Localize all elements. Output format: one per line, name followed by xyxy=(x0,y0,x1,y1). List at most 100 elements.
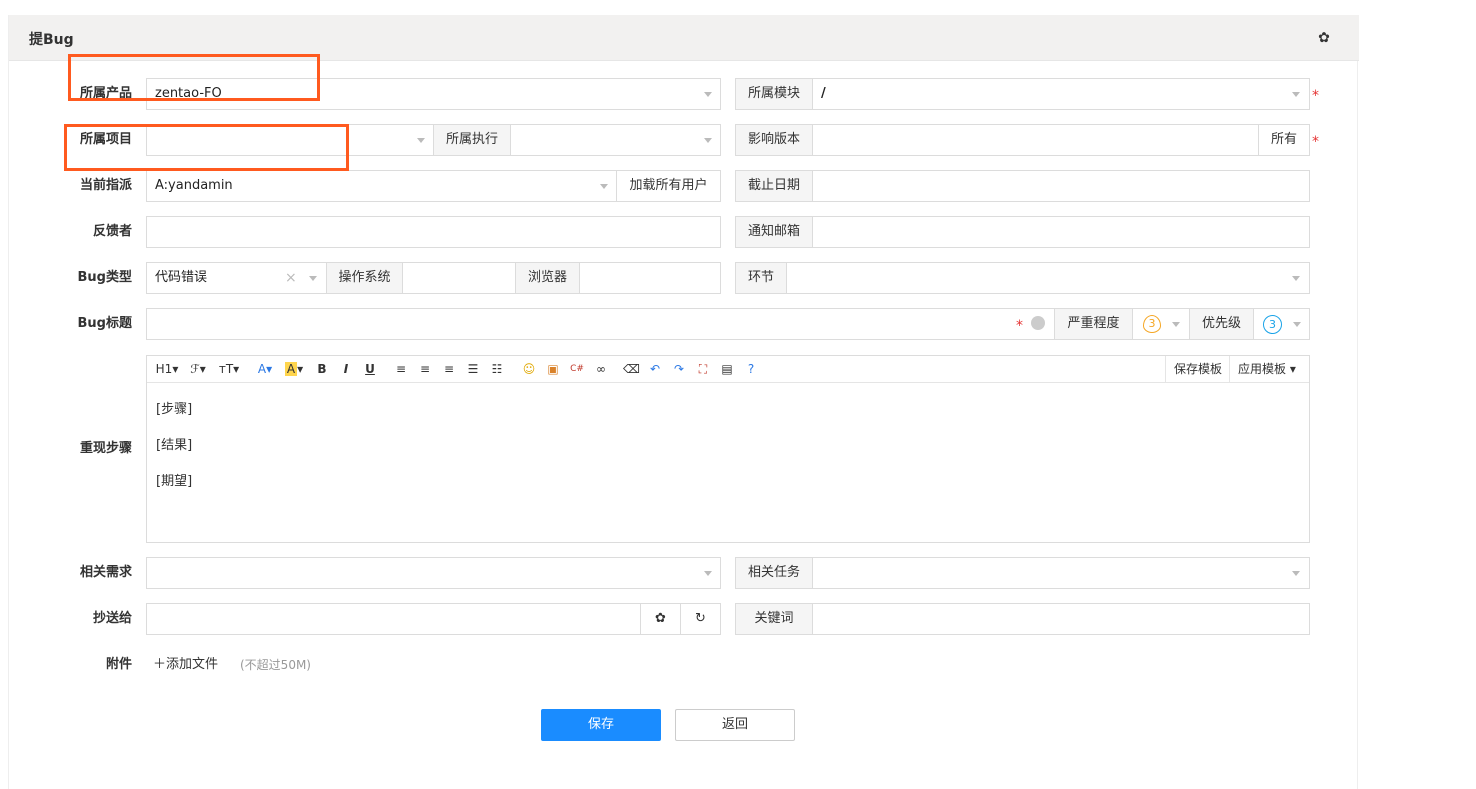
font-family-icon[interactable]: ℱ▾ xyxy=(187,360,209,378)
keywords-label: 关键词 xyxy=(735,603,813,635)
required-mark: * xyxy=(1312,88,1319,104)
source-icon[interactable]: ▤ xyxy=(719,360,735,378)
attachments-label: 附件 xyxy=(105,657,132,672)
highlight-icon[interactable]: A ▾ xyxy=(283,360,305,378)
bug-type-label: Bug类型 xyxy=(77,270,132,285)
priority-select[interactable]: 3 xyxy=(1253,308,1310,340)
notify-email-input[interactable] xyxy=(812,216,1310,248)
back-button[interactable]: 返回 xyxy=(675,709,795,741)
mailto-label: 抄送给 xyxy=(92,611,132,626)
gear-icon[interactable]: ✿ xyxy=(640,603,681,635)
redo-icon[interactable]: ↷ xyxy=(671,360,687,378)
assigned-label: 当前指派 xyxy=(79,178,132,193)
align-center-icon[interactable]: ≡ xyxy=(417,360,433,378)
expect-line: [期望] xyxy=(156,474,193,489)
bullet-list-icon[interactable]: ☷ xyxy=(489,360,505,378)
chevron-down-icon xyxy=(1292,92,1300,97)
editor-content[interactable]: [步骤] [结果] [期望] xyxy=(156,392,192,500)
chevron-down-icon xyxy=(1293,322,1301,327)
stage-label: 环节 xyxy=(735,262,787,294)
stage-select[interactable] xyxy=(786,262,1310,294)
refresh-icon[interactable]: ↻ xyxy=(680,603,721,635)
os-label: 操作系统 xyxy=(326,262,403,294)
chevron-down-icon xyxy=(1292,276,1300,281)
severity-flame-icon: 3 xyxy=(1143,315,1161,333)
chevron-down-icon xyxy=(309,276,317,281)
severity-label: 严重程度 xyxy=(1054,308,1133,340)
heading-icon[interactable]: H1▾ xyxy=(155,360,179,378)
bug-type-select[interactable]: 代码错误 xyxy=(146,262,327,294)
task-label: 相关任务 xyxy=(735,557,813,589)
ordered-list-icon[interactable]: ☰ xyxy=(465,360,481,378)
bold-icon[interactable]: B xyxy=(315,360,329,378)
editor-toolbar: H1▾ ℱ▾ ᴛT▾ A▾ A ▾ B I U ≡ ≡ ≡ ☰ ☷ ☺ ▣ C# … xyxy=(147,356,1309,383)
bug-title-input[interactable] xyxy=(146,308,1055,340)
undo-icon[interactable]: ↶ xyxy=(647,360,663,378)
task-select[interactable] xyxy=(812,557,1310,589)
plus-icon: ＋ xyxy=(153,657,167,672)
notify-label: 通知邮箱 xyxy=(735,216,813,248)
browser-label: 浏览器 xyxy=(515,262,580,294)
chevron-down-icon xyxy=(704,138,712,143)
all-builds-button[interactable]: 所有 xyxy=(1258,124,1310,156)
eraser-icon[interactable]: ⌫ xyxy=(623,360,640,378)
italic-icon[interactable]: I xyxy=(339,360,353,378)
code-icon[interactable]: C# xyxy=(569,360,585,378)
priority-badge: 3 xyxy=(1263,315,1282,334)
build-select[interactable] xyxy=(812,124,1259,156)
clear-icon[interactable]: × xyxy=(285,263,297,293)
required-mark: * xyxy=(1312,134,1319,150)
save-button[interactable]: 保存 xyxy=(541,709,661,741)
steps-label: 重现步骤 xyxy=(79,441,132,456)
module-label: 所属模块 xyxy=(735,78,813,110)
underline-icon[interactable]: U xyxy=(363,360,377,378)
link-icon[interactable]: ∞ xyxy=(593,360,609,378)
add-file-label: 添加文件 xyxy=(166,657,219,672)
image-icon[interactable]: ▣ xyxy=(545,360,561,378)
priority-label: 优先级 xyxy=(1189,308,1254,340)
os-select[interactable] xyxy=(402,262,516,294)
keywords-input[interactable] xyxy=(812,603,1310,635)
chevron-down-icon xyxy=(600,184,608,189)
save-template-button[interactable]: 保存模板 xyxy=(1165,356,1230,382)
gear-icon[interactable]: ✿ xyxy=(1315,29,1333,47)
font-size-icon[interactable]: ᴛT▾ xyxy=(217,360,241,378)
load-all-users-button[interactable]: 加载所有用户 xyxy=(616,170,721,202)
help-icon[interactable]: ? xyxy=(743,360,759,378)
fullscreen-icon[interactable]: ⛶ xyxy=(695,360,711,378)
feedback-label: 反馈者 xyxy=(92,224,132,239)
severity-select[interactable]: 3 xyxy=(1132,308,1190,340)
emoji-icon[interactable]: ☺ xyxy=(521,360,537,378)
add-file-button[interactable]: ＋添加文件 xyxy=(153,656,218,674)
page-title: 提Bug xyxy=(29,32,74,48)
execution-label: 所属执行 xyxy=(433,124,511,156)
file-size-limit: (不超过50M) xyxy=(240,658,311,672)
steps-editor[interactable]: H1▾ ℱ▾ ᴛT▾ A▾ A ▾ B I U ≡ ≡ ≡ ☰ ☷ ☺ ▣ C# … xyxy=(146,355,1310,543)
title-label: Bug标题 xyxy=(77,316,132,331)
chevron-down-icon xyxy=(1292,571,1300,576)
module-select[interactable]: / xyxy=(812,78,1310,110)
steps-line: [步骤] xyxy=(156,402,193,417)
highlight-box-product xyxy=(68,54,320,101)
browser-select[interactable] xyxy=(579,262,721,294)
chevron-down-icon xyxy=(417,138,425,143)
feedback-input[interactable] xyxy=(146,216,721,248)
result-line: [结果] xyxy=(156,438,193,453)
align-left-icon[interactable]: ≡ xyxy=(393,360,409,378)
highlight-box-project xyxy=(64,124,349,171)
chevron-down-icon xyxy=(704,571,712,576)
build-label: 影响版本 xyxy=(735,124,813,156)
deadline-label: 截止日期 xyxy=(735,170,813,202)
story-select[interactable] xyxy=(146,557,721,589)
palette-icon[interactable] xyxy=(1031,316,1045,330)
execution-select[interactable] xyxy=(510,124,721,156)
chevron-down-icon xyxy=(704,92,712,97)
align-right-icon[interactable]: ≡ xyxy=(441,360,457,378)
story-label: 相关需求 xyxy=(79,565,132,580)
apply-template-button[interactable]: 应用模板 ▾ xyxy=(1229,356,1309,382)
mailto-select[interactable] xyxy=(146,603,641,635)
assigned-select[interactable]: A:yandamin xyxy=(146,170,617,202)
chevron-down-icon xyxy=(1172,322,1180,327)
font-color-icon[interactable]: A▾ xyxy=(255,360,275,378)
deadline-input[interactable] xyxy=(812,170,1310,202)
